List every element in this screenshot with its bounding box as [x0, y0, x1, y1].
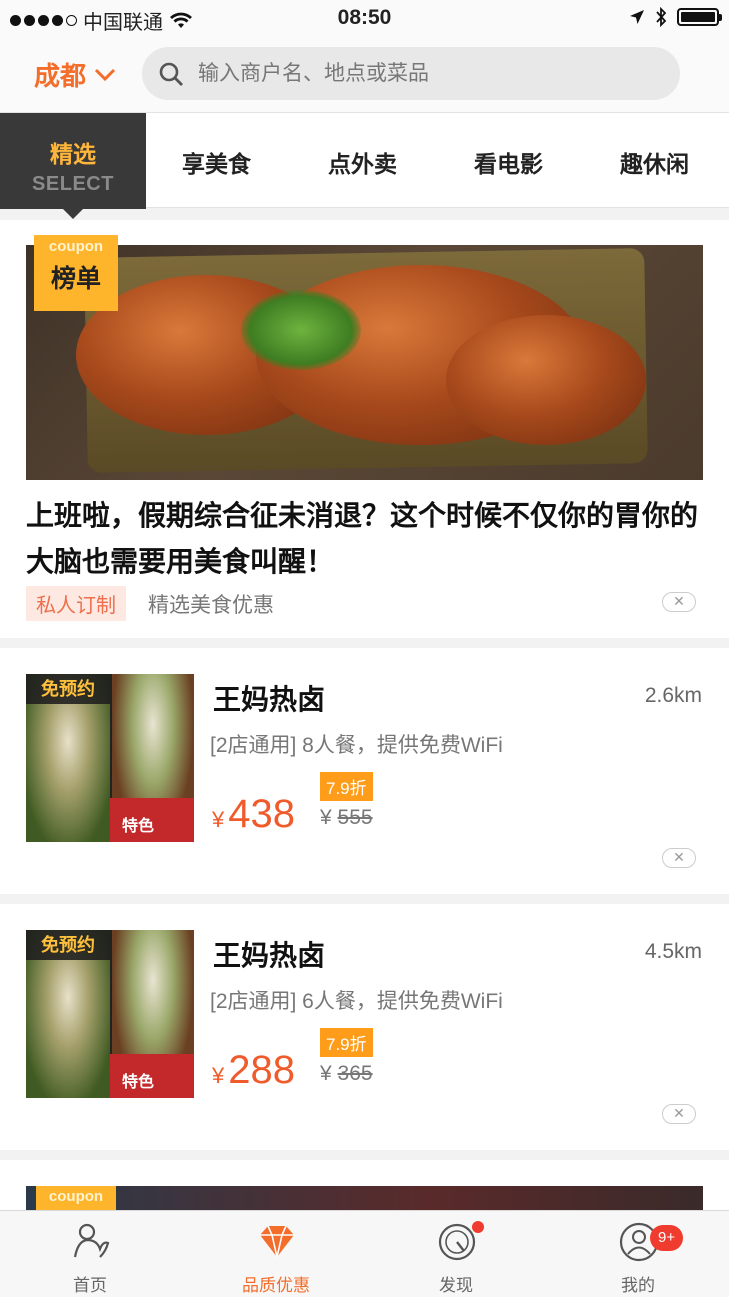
deal-title: 王妈热卤	[213, 684, 326, 715]
deal-price: ¥ 288	[212, 1048, 295, 1093]
tab-select[interactable]: 精选 SELECT	[0, 113, 146, 219]
nav-deals[interactable]: 品质优惠	[216, 1211, 336, 1297]
coupon-ranking-badge: coupon 榜单	[34, 235, 118, 311]
header: 成都	[0, 36, 729, 112]
nav-profile[interactable]: 9+ 我的	[578, 1211, 698, 1297]
feature-card[interactable]: coupon 榜单 上班啦，假期综合征未消退？这个时候不仅你的胃你的大脑也需要用…	[0, 220, 729, 638]
nav-home[interactable]: 首页	[30, 1211, 150, 1297]
status-icons	[629, 7, 722, 27]
nav-profile-label: 我的	[621, 1276, 655, 1295]
deal-card[interactable]: 特色 免预约 王妈热卤 2.6km [2店通用] 8人餐，提供免费WiFi 7.…	[0, 648, 729, 894]
dismiss-button[interactable]: ✕	[662, 1104, 696, 1124]
currency-symbol: ¥	[320, 1062, 332, 1085]
feature-headline: 上班啦，假期综合征未消退？这个时候不仅你的胃你的大脑也需要用美食叫醒！	[26, 500, 699, 577]
bottom-nav: 首页 品质优惠 发现 9+ 我的	[0, 1210, 729, 1297]
clock: 08:50	[337, 6, 392, 29]
tab-select-sublabel: SELECT	[32, 173, 114, 195]
original-price: ¥ 365	[320, 1062, 373, 1086]
city-selector[interactable]: 成都	[34, 56, 116, 93]
notification-badge: 9+	[650, 1225, 684, 1251]
coupon-badge-en: coupon	[48, 238, 104, 255]
feature-note: 精选美食优惠	[148, 594, 274, 617]
currency-symbol: ¥	[320, 806, 332, 829]
location-arrow-icon	[630, 10, 644, 24]
bluetooth-icon	[656, 7, 667, 27]
original-price: ¥ 555	[320, 806, 373, 830]
tab-leisure[interactable]: 趣休闲	[620, 145, 689, 179]
coupon-badge-cn: 榜单	[50, 265, 101, 293]
deal-price: ¥ 438	[212, 792, 295, 837]
feature-image	[26, 245, 703, 480]
tab-select-label: 精选	[50, 141, 96, 167]
no-reservation-badge: 免预约	[26, 930, 110, 960]
city-label: 成都	[34, 61, 87, 91]
notification-dot	[472, 1221, 484, 1233]
search-icon	[159, 62, 183, 86]
no-reservation-badge: 免预约	[26, 674, 110, 704]
original-price-value: 365	[337, 1062, 373, 1085]
thumbnail-caption: 特色	[122, 1074, 155, 1091]
thumbnail-caption: 特色	[122, 818, 155, 835]
nav-discover[interactable]: 发现	[396, 1211, 516, 1297]
diamond-icon	[260, 1225, 294, 1258]
price-value: 288	[228, 1048, 295, 1092]
status-bar: 中国联通 08:50	[0, 0, 729, 36]
battery-icon	[677, 8, 722, 26]
dismiss-button[interactable]: ✕	[662, 848, 696, 868]
deal-title: 王妈热卤	[213, 940, 326, 971]
deal-distance: 4.5km	[644, 940, 702, 963]
currency-symbol: ¥	[212, 1063, 225, 1088]
currency-symbol: ¥	[212, 807, 225, 832]
nav-discover-label: 发现	[439, 1276, 473, 1295]
tab-food[interactable]: 享美食	[182, 145, 251, 179]
feature-tag: 私人订制	[26, 586, 126, 621]
deal-description: [2店通用] 8人餐，提供免费WiFi	[210, 734, 503, 757]
discount-badge: 7.9折	[320, 772, 373, 801]
search-bar[interactable]	[142, 47, 680, 100]
dismiss-button[interactable]: ✕	[662, 592, 696, 612]
home-icon	[73, 1223, 110, 1258]
tab-movies[interactable]: 看电影	[474, 145, 543, 179]
nav-home-label: 首页	[73, 1276, 107, 1295]
search-input[interactable]	[198, 61, 638, 86]
deal-card[interactable]: 特色 免预约 王妈热卤 4.5km [2店通用] 6人餐，提供免费WiFi 7.…	[0, 904, 729, 1150]
price-value: 438	[228, 792, 295, 836]
deal-description: [2店通用] 6人餐，提供免费WiFi	[210, 990, 503, 1013]
category-tabs: 精选 SELECT 享美食 点外卖 看电影 趣休闲	[0, 112, 729, 219]
nav-deals-label: 品质优惠	[242, 1276, 310, 1295]
chevron-down-icon	[94, 68, 116, 81]
discount-badge: 7.9折	[320, 1028, 373, 1057]
deal-distance: 2.6km	[644, 684, 702, 707]
tab-takeout[interactable]: 点外卖	[328, 145, 397, 179]
original-price-value: 555	[337, 806, 373, 829]
